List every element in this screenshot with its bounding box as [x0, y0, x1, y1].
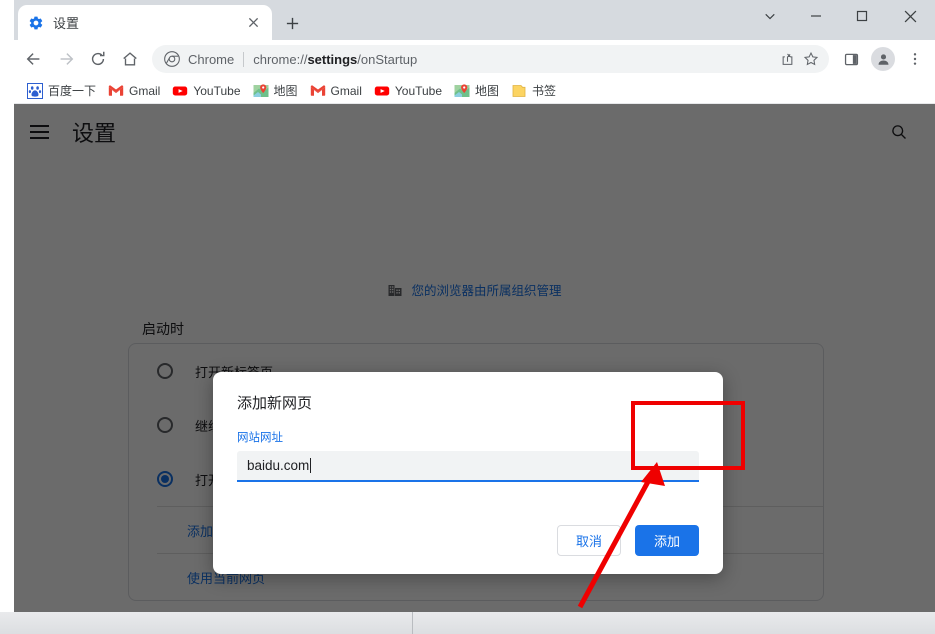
text-caret — [310, 458, 312, 473]
screen: 设置 Chrome chrome://settings/onStartup 百度… — [0, 0, 935, 634]
minimize-button[interactable] — [793, 0, 839, 32]
add-new-page-dialog: 添加新网页 网站网址 baidu.com 取消 添加 — [213, 372, 723, 574]
bookmark-label: 地图 — [475, 84, 500, 98]
url-highlight: settings — [307, 51, 358, 67]
cancel-button[interactable]: 取消 — [557, 525, 621, 556]
tab-strip: 设置 — [14, 0, 935, 40]
folder-icon — [511, 83, 527, 99]
dialog-actions: 取消 添加 — [557, 525, 699, 556]
bookmarks-bar: 百度一下 Gmail YouTube 地图 Gmail YouTube 地图 书… — [14, 78, 935, 104]
dialog-title: 添加新网页 — [237, 395, 313, 412]
bookmark-label: 百度一下 — [48, 84, 97, 98]
omnibox-divider — [243, 51, 245, 67]
bookmark-label: YouTube — [193, 83, 241, 98]
settings-gear-icon — [28, 15, 44, 31]
taskbar-divider — [412, 612, 413, 634]
url-suffix: /onStartup — [357, 51, 418, 67]
back-icon[interactable] — [18, 43, 50, 75]
taskbar — [0, 612, 935, 634]
url-input-value: baidu.com — [247, 458, 310, 473]
url-field-label: 网站网址 — [237, 432, 283, 444]
window-controls — [747, 0, 935, 40]
omnibox-actions — [775, 45, 823, 73]
close-icon[interactable] — [244, 14, 262, 32]
url-prefix: chrome:// — [253, 51, 308, 67]
bookmark-label: 书签 — [532, 84, 557, 98]
url-input[interactable]: baidu.com — [237, 451, 699, 482]
bookmark-folder[interactable]: 书签 — [506, 80, 563, 102]
star-icon[interactable] — [799, 47, 823, 71]
bookmark-item[interactable]: 地图 — [248, 80, 305, 102]
forward-icon[interactable] — [50, 43, 82, 75]
home-icon[interactable] — [114, 43, 146, 75]
bookmark-label: 地图 — [273, 84, 298, 98]
chrome-logo-icon — [164, 51, 180, 67]
side-panel-icon[interactable] — [835, 43, 867, 75]
bookmark-item[interactable]: YouTube — [167, 80, 247, 102]
bookmark-label: Gmail — [129, 83, 161, 98]
toolbar-right — [835, 43, 931, 75]
youtube-icon — [172, 83, 188, 99]
gmail-icon — [108, 83, 124, 99]
bookmark-label: Gmail — [330, 83, 362, 98]
browser-window: 设置 Chrome chrome://settings/onStartup 百度… — [14, 0, 935, 612]
baidu-icon — [27, 82, 43, 99]
maps-icon — [253, 83, 269, 99]
add-button[interactable]: 添加 — [635, 525, 699, 556]
share-icon[interactable] — [775, 47, 799, 71]
tab-settings[interactable]: 设置 — [18, 5, 272, 40]
bookmark-item[interactable]: YouTube — [369, 80, 449, 102]
bookmark-item[interactable]: Gmail — [305, 80, 369, 102]
bookmark-item[interactable]: Gmail — [103, 80, 167, 102]
maps-icon — [454, 83, 470, 99]
tab-search-icon[interactable] — [747, 0, 793, 32]
profile-avatar-icon — [871, 47, 895, 71]
bookmark-label: YouTube — [394, 83, 443, 98]
gmail-icon — [310, 83, 326, 99]
settings-page: 设置 — [14, 104, 935, 612]
desktop-background-left — [0, 0, 14, 634]
security-chip-label: Chrome — [188, 51, 235, 67]
close-window-button[interactable] — [885, 0, 935, 32]
address-bar[interactable]: Chrome chrome://settings/onStartup — [152, 45, 829, 73]
tab-title: 设置 — [53, 16, 80, 31]
youtube-icon — [374, 83, 390, 99]
reload-icon[interactable] — [82, 43, 114, 75]
url-text: chrome://settings/onStartup — [253, 52, 417, 67]
browser-toolbar: Chrome chrome://settings/onStartup — [14, 40, 935, 78]
bookmark-item[interactable]: 百度一下 — [22, 80, 103, 102]
avatar[interactable] — [867, 43, 899, 75]
new-tab-button[interactable] — [280, 11, 304, 35]
three-dot-menu-icon[interactable] — [899, 43, 931, 75]
maximize-button[interactable] — [839, 0, 885, 32]
bookmark-item[interactable]: 地图 — [449, 80, 506, 102]
